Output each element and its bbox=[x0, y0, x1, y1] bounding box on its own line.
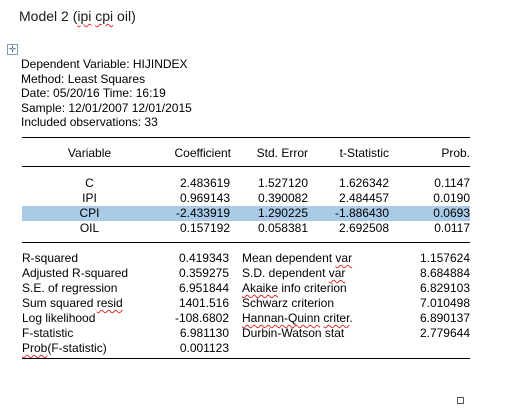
table-row: OIL 0.157192 0.058381 2.692508 0.0117 bbox=[22, 221, 470, 236]
stats-row: R-squared 0.419343 Mean dependent var 1.… bbox=[22, 251, 470, 266]
coefficient-cell: 0.157192 bbox=[179, 221, 230, 235]
stat-label: F-statistic bbox=[22, 326, 74, 340]
stats-row: S.E. of regression 6.951844 Akaike info … bbox=[22, 281, 470, 296]
column-header: t-Statistic bbox=[339, 146, 389, 160]
spellcheck-word: Hannan-Quinn bbox=[242, 311, 321, 325]
table-row-selected[interactable]: CPI -2.433919 1.290225 -1.886430 0.0693 bbox=[22, 206, 470, 221]
stat-label: S.E. of regression bbox=[22, 281, 118, 295]
sample-line: Sample: 12/01/2007 12/01/2015 bbox=[21, 100, 192, 115]
table-row: IPI 0.969143 0.390082 2.484457 0.0190 bbox=[22, 191, 470, 206]
stat-value: 0.359275 bbox=[178, 266, 229, 280]
move-anchor-icon[interactable]: ✛ bbox=[7, 44, 18, 55]
table-header-rule bbox=[22, 166, 470, 167]
spellcheck-word: Akaike bbox=[242, 281, 279, 295]
spellcheck-word: var bbox=[328, 266, 346, 280]
column-header: Coefficient bbox=[174, 146, 231, 160]
stat-label: Durbin-Watson stat bbox=[242, 326, 345, 340]
variable-cell: CPI bbox=[79, 206, 100, 220]
prob-cell: 0.0693 bbox=[433, 206, 470, 220]
stats-row: Adjusted R-squared 0.359275 S.D. depende… bbox=[22, 266, 470, 281]
regression-header: Dependent Variable: HIJINDEX Method: Lea… bbox=[21, 57, 192, 130]
stat-label: Prob(F-statistic) bbox=[22, 341, 107, 355]
stat-label: Log likelihood bbox=[22, 311, 96, 325]
observations-line: Included observations: 33 bbox=[21, 115, 158, 130]
stat-label: Hannan-Quinn criter. bbox=[242, 311, 353, 325]
spellcheck-word: Prob bbox=[22, 341, 48, 355]
stat-value: 6.981130 bbox=[179, 326, 229, 340]
stats-row: F-statistic 6.981130 Durbin-Watson stat … bbox=[22, 326, 470, 341]
spellcheck-word: criter bbox=[323, 311, 350, 325]
spellcheck-word: cpi bbox=[95, 8, 114, 24]
t-stat-cell: -1.886430 bbox=[334, 206, 389, 220]
stat-value: 1.157624 bbox=[419, 251, 470, 265]
stat-value: 6.829103 bbox=[419, 281, 470, 295]
t-stat-cell: 2.484457 bbox=[338, 191, 389, 205]
document-title: Model 2 (ipi cpi oil) bbox=[19, 8, 136, 24]
prob-cell: 0.0117 bbox=[434, 221, 470, 235]
resize-handle-icon[interactable] bbox=[457, 397, 464, 404]
stat-value: 0.001123 bbox=[179, 341, 229, 355]
stats-row: Sum squared resid 1401.516 Schwarz crite… bbox=[22, 296, 470, 311]
stat-label: Schwarz criterion bbox=[242, 296, 335, 310]
prob-cell: 0.0190 bbox=[433, 191, 470, 205]
method-line: Method: Least Squares bbox=[21, 71, 146, 86]
std-error-cell: 0.390082 bbox=[257, 191, 308, 205]
column-header: Variable bbox=[67, 146, 112, 160]
column-header: Std. Error bbox=[256, 146, 308, 160]
variable-cell: C bbox=[85, 176, 94, 190]
stats-row: Log likelihood -108.6802 Hannan-Quinn cr… bbox=[22, 311, 470, 326]
stat-value: -108.6802 bbox=[174, 311, 229, 325]
stat-value: 8.684884 bbox=[419, 266, 470, 280]
stat-label: Mean dependent var bbox=[242, 251, 353, 265]
stat-label: Sum squared resid bbox=[22, 296, 123, 310]
t-stat-cell: 2.692508 bbox=[338, 221, 389, 235]
stat-value: 1401.516 bbox=[178, 296, 229, 310]
stat-value: 6.890137 bbox=[419, 311, 470, 325]
stat-label: S.D. dependent var bbox=[242, 266, 346, 280]
table-row: C 2.483619 1.527120 1.626342 0.1147 bbox=[22, 176, 470, 191]
spellcheck-word: resid bbox=[96, 296, 123, 310]
variable-cell: OIL bbox=[79, 221, 100, 235]
std-error-cell: 0.058381 bbox=[257, 221, 308, 235]
column-header: Prob. bbox=[441, 146, 470, 160]
std-error-cell: 1.290225 bbox=[257, 206, 308, 220]
stat-label: Adjusted R-squared bbox=[22, 266, 129, 280]
stat-value: 0.419343 bbox=[178, 251, 229, 265]
stat-label: Akaike info criterion bbox=[242, 281, 347, 295]
coefficient-cell: 0.969143 bbox=[179, 191, 230, 205]
stat-value: 7.010498 bbox=[419, 296, 470, 310]
stat-value: 6.951844 bbox=[178, 281, 229, 295]
table-header-row: Variable Coefficient Std. Error t-Statis… bbox=[22, 146, 470, 161]
dependent-variable-line: Dependent Variable: HIJINDEX bbox=[21, 57, 188, 71]
table-stats-rule bbox=[22, 242, 470, 243]
spellcheck-word: ipi bbox=[77, 8, 92, 24]
date-line: Date: 05/20/16 Time: 16:19 bbox=[21, 86, 166, 101]
stat-value: 2.779644 bbox=[419, 326, 470, 340]
table-top-rule bbox=[22, 137, 470, 138]
std-error-cell: 1.527120 bbox=[257, 176, 308, 190]
stat-label: R-squared bbox=[22, 251, 79, 265]
stats-row: Prob(F-statistic) 0.001123 bbox=[22, 341, 470, 356]
t-stat-cell: 1.626342 bbox=[338, 176, 389, 190]
variable-cell: IPI bbox=[82, 191, 97, 205]
spellcheck-word: var bbox=[335, 251, 353, 265]
prob-cell: 0.1147 bbox=[434, 176, 470, 190]
coefficient-cell: 2.483619 bbox=[179, 176, 230, 190]
table-bottom-rule bbox=[22, 358, 470, 359]
coefficient-cell: -2.433919 bbox=[175, 206, 230, 220]
